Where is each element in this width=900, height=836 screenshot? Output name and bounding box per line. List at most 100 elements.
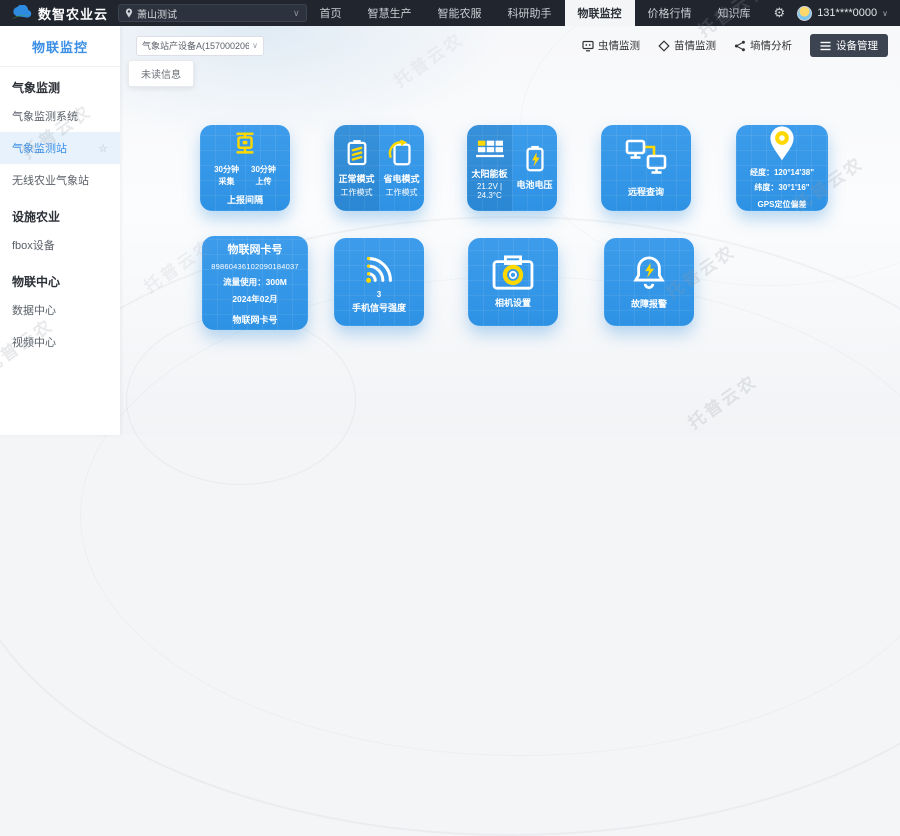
card-title: GPS定位偏差 (758, 199, 807, 210)
solar-value: 21.2V | 24.3°C (467, 182, 512, 200)
share-icon (734, 40, 746, 52)
upload-interval-value: 30分钟 (251, 164, 276, 176)
card-title: 省电模式 (383, 172, 419, 185)
list-icon (820, 41, 831, 51)
card-subtitle: 工作模式 (386, 187, 418, 198)
card-title: 故障报警 (631, 297, 667, 310)
interval-values: 30分钟 采集 30分钟 上传 (214, 164, 276, 188)
card-subtitle: 工作模式 (341, 187, 373, 198)
topbar-nav: 首页 智慧生产 智能农服 科研助手 物联监控 价格行情 知识库 (307, 0, 764, 26)
nav-item-iot-monitoring[interactable]: 物联监控 (565, 0, 635, 26)
device-select[interactable]: 气象站产设备A(157000206711 ∨ (136, 36, 264, 56)
sidebar-item-weather-system[interactable]: 气象监测系统 (0, 100, 120, 132)
sidebar-item-label: 气象监测系统 (12, 108, 78, 124)
nav-item-smart-service[interactable]: 智能农服 (425, 0, 495, 26)
card-title: 物联网卡号 (232, 313, 277, 326)
location-pin-icon (125, 8, 133, 18)
toolbar: 气象站产设备A(157000206711 ∨ 虫情监测 (136, 34, 888, 57)
camera-settings-card[interactable]: 相机设置 (468, 238, 558, 326)
chevron-down-icon: ∨ (252, 41, 258, 50)
device-manage-label: 设备管理 (836, 38, 878, 53)
device-select-value: 气象站产设备A(157000206711 (142, 39, 249, 52)
remote-monitors-icon (623, 138, 669, 180)
sidebar-item-video-center[interactable]: 视频中心 (0, 326, 120, 358)
nav-item-knowledge-base[interactable]: 知识库 (705, 0, 764, 26)
iot-card-number: 89860436102090184037 (211, 262, 298, 271)
settings-gear-icon[interactable]: ⚙ (764, 5, 796, 21)
signal-strength-card[interactable]: 3 手机信号强度 (334, 238, 424, 326)
collect-interval-label: 采集 (214, 176, 239, 188)
sidebar-item-weather-station[interactable]: 气象监测站 ☆ (0, 132, 120, 164)
sidebar-item-wireless-weather-station[interactable]: 无线农业气象站 (0, 164, 120, 196)
sidebar-item-label: 数据中心 (12, 302, 56, 318)
decor-curve (126, 315, 356, 485)
avatar (797, 6, 812, 21)
battery-eco-icon (388, 139, 416, 167)
signal-value: 3 (377, 290, 381, 299)
fault-alarm-card[interactable]: 故障报警 (604, 238, 694, 326)
card-title: 太阳能板 (471, 167, 507, 180)
location-select[interactable]: 萧山测试 ∨ (118, 4, 307, 22)
brand: 数智农业云 (0, 4, 112, 23)
gps-card[interactable]: 经度：120°14'38" 纬度：30°1'16" GPS定位偏差 (736, 125, 828, 211)
battery-normal-icon (345, 139, 369, 167)
pest-monitoring-button[interactable]: 虫情监测 (582, 38, 640, 53)
iot-card-header: 物联网卡号 (228, 241, 283, 257)
sidebar-item-fbox[interactable]: fbox设备 (0, 229, 120, 261)
solar-panel-icon (474, 136, 506, 162)
interval-icon (231, 130, 259, 158)
location-pin-icon (766, 126, 798, 162)
card-title: 电池电压 (516, 178, 552, 191)
cloud-logo-icon (10, 5, 32, 21)
monitor-bug-icon (582, 40, 594, 52)
card-title: 远程查询 (628, 185, 664, 198)
star-icon[interactable]: ☆ (98, 142, 108, 155)
brand-title: 数智农业云 (38, 4, 108, 23)
normal-mode-option[interactable]: 正常模式 工作模式 (334, 125, 379, 211)
remote-query-card[interactable]: 远程查询 (601, 125, 691, 211)
battery-voltage-section[interactable]: 电池电压 (512, 125, 557, 211)
sidebar-title: 物联监控 (0, 26, 120, 67)
unread-info-tooltip: 未读信息 (128, 60, 194, 87)
sidebar-item-label: 无线农业气象站 (12, 172, 89, 188)
alarm-bell-icon (632, 254, 666, 292)
chevron-down-icon: ∨ (293, 8, 300, 19)
card-title: 手机信号强度 (352, 301, 406, 314)
longitude-value: 经度：120°14'38" (750, 166, 814, 180)
user-menu[interactable]: 131****0000 ∨ (795, 6, 900, 21)
sidebar-section-weather: 气象监测 (0, 67, 120, 100)
sidebar-item-label: 气象监测站 (12, 140, 67, 156)
iot-card-month: 2024年02月 (232, 293, 277, 305)
device-manage-button[interactable]: 设备管理 (810, 34, 888, 57)
decor-curve (80, 276, 900, 756)
decor-curve (0, 216, 900, 836)
nav-item-price-market[interactable]: 价格行情 (635, 0, 705, 26)
username: 131****0000 (817, 7, 877, 19)
action-label: 墒情分析 (750, 38, 792, 53)
sidebar-section-facility: 设施农业 (0, 196, 120, 229)
sidebar-item-label: fbox设备 (12, 237, 55, 253)
chevron-down-icon: ∨ (882, 9, 888, 18)
card-title: 上报间隔 (227, 193, 263, 206)
nav-item-smart-production[interactable]: 智慧生产 (355, 0, 425, 26)
power-card: 太阳能板 21.2V | 24.3°C 电池电压 (467, 125, 557, 211)
iot-card-usage: 流量使用：300M (223, 276, 287, 288)
moisture-analysis-button[interactable]: 墒情分析 (734, 38, 792, 53)
upload-interval-label: 上传 (251, 176, 276, 188)
card-title: 相机设置 (495, 296, 531, 309)
report-interval-card[interactable]: 30分钟 采集 30分钟 上传 上报间隔 (200, 125, 290, 211)
diamond-icon (658, 40, 670, 52)
solar-panel-section[interactable]: 太阳能板 21.2V | 24.3°C (467, 125, 512, 211)
sidebar: 物联监控 气象监测 气象监测系统 气象监测站 ☆ 无线农业气象站 设施农业 fb… (0, 26, 120, 435)
camera-icon (491, 255, 535, 291)
battery-bolt-icon (524, 145, 546, 173)
card-title: 正常模式 (338, 172, 374, 185)
nav-item-home[interactable]: 首页 (307, 0, 355, 26)
power-saving-mode-option[interactable]: 省电模式 工作模式 (379, 125, 424, 211)
nav-item-research-assistant[interactable]: 科研助手 (495, 0, 565, 26)
iot-sim-card[interactable]: 物联网卡号 89860436102090184037 流量使用：300M 202… (202, 236, 308, 330)
seedling-monitoring-button[interactable]: 苗情监测 (658, 38, 716, 53)
action-label: 苗情监测 (674, 38, 716, 53)
work-mode-card: 正常模式 工作模式 省电模式 工作模式 (334, 125, 424, 211)
sidebar-item-data-center[interactable]: 数据中心 (0, 294, 120, 326)
